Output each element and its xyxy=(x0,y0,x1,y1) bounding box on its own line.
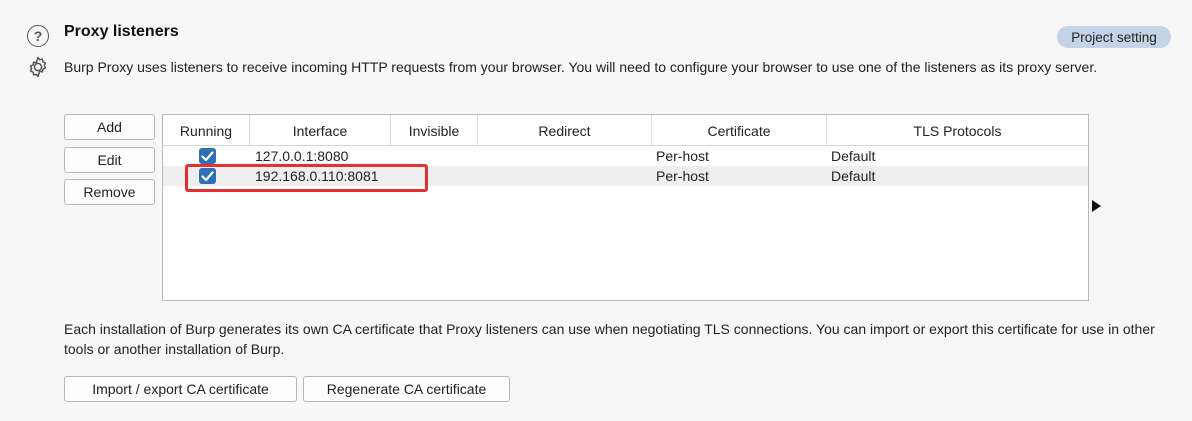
column-header-certificate[interactable]: Certificate xyxy=(652,115,827,146)
tls-protocols-cell: Default xyxy=(831,148,876,164)
section-description: Burp Proxy uses listeners to receive inc… xyxy=(64,59,1098,75)
edit-button[interactable]: Edit xyxy=(64,147,155,173)
column-header-running[interactable]: Running xyxy=(163,115,250,146)
remove-button[interactable]: Remove xyxy=(64,179,155,205)
project-setting-badge: Project setting xyxy=(1057,26,1171,48)
column-header-redirect[interactable]: Redirect xyxy=(478,115,652,146)
import-export-ca-button[interactable]: Import / export CA certificate xyxy=(64,376,297,402)
table-row[interactable]: 127.0.0.1:8080 Per-host Default xyxy=(163,146,1088,166)
table-header: Running Interface Invisible Redirect Cer… xyxy=(163,115,1088,146)
column-header-invisible[interactable]: Invisible xyxy=(391,115,478,146)
column-header-tls-protocols[interactable]: TLS Protocols xyxy=(827,115,1088,146)
help-icon[interactable]: ? xyxy=(27,25,49,47)
certificate-cell: Per-host xyxy=(656,168,709,184)
pointer-arrow-icon xyxy=(1092,200,1101,212)
highlight-annotation xyxy=(185,164,428,192)
column-header-interface[interactable]: Interface xyxy=(250,115,391,146)
checkmark-icon xyxy=(201,150,214,161)
ca-description: Each installation of Burp generates its … xyxy=(64,321,1155,357)
gear-icon[interactable] xyxy=(26,55,50,79)
running-checkbox[interactable] xyxy=(199,148,216,164)
listeners-table: Running Interface Invisible Redirect Cer… xyxy=(162,114,1089,301)
regenerate-ca-button[interactable]: Regenerate CA certificate xyxy=(303,376,510,402)
add-button[interactable]: Add xyxy=(64,114,155,140)
interface-cell: 127.0.0.1:8080 xyxy=(255,148,349,164)
tls-protocols-cell: Default xyxy=(831,168,876,184)
section-title: Proxy listeners xyxy=(64,23,179,40)
certificate-cell: Per-host xyxy=(656,148,709,164)
